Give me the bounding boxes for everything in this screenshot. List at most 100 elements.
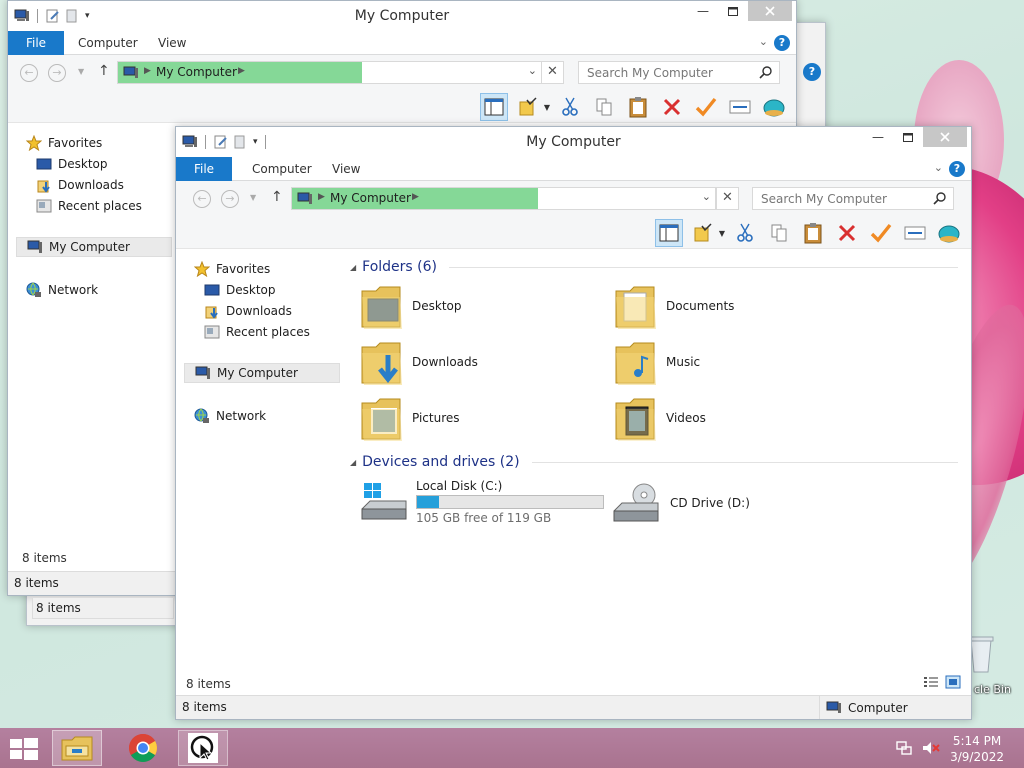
maximize-button[interactable] [893, 127, 923, 147]
volume-muted-icon[interactable] [922, 740, 940, 756]
select-button[interactable] [514, 93, 542, 121]
properties-button[interactable] [726, 93, 754, 121]
tab-file[interactable]: File [8, 31, 64, 55]
tab-view[interactable]: View [332, 157, 360, 181]
shell-button[interactable] [760, 93, 788, 121]
up-button[interactable]: ↑ [271, 189, 283, 205]
nav-my-computer[interactable]: My Computer [16, 237, 172, 257]
help-icon[interactable]: ? [803, 63, 821, 81]
up-button[interactable]: ↑ [98, 63, 110, 79]
help-icon[interactable]: ? [774, 35, 790, 51]
large-icons-view-icon[interactable] [945, 675, 961, 689]
status-bar-computer: Computer [848, 701, 908, 715]
nav-desktop[interactable]: Desktop [204, 282, 276, 298]
preview-pane-button[interactable] [479, 93, 508, 121]
title-bar[interactable]: ▾ My Computer — [176, 127, 971, 157]
drive-cd-d[interactable]: CD Drive (D:) [612, 481, 750, 525]
forward-button[interactable]: → [48, 64, 66, 82]
tab-file[interactable]: File [176, 157, 232, 181]
address-bar[interactable]: ▶ My Computer ▶ ⌄ [291, 187, 716, 210]
back-button[interactable]: ← [193, 190, 211, 208]
back-button[interactable]: ← [20, 64, 38, 82]
details-view-icon[interactable] [923, 675, 939, 689]
folder-videos[interactable]: Videos [614, 393, 706, 443]
nav-downloads[interactable]: Downloads [36, 177, 124, 193]
paste-button[interactable] [799, 219, 827, 247]
computer-icon [195, 366, 210, 379]
paste-button[interactable] [624, 93, 652, 121]
copy-button[interactable] [765, 219, 793, 247]
recent-locations-icon[interactable]: ▼ [78, 67, 84, 76]
preview-pane-button[interactable] [654, 219, 683, 247]
collapse-group-icon[interactable]: ◢ [350, 263, 356, 272]
minimize-button[interactable]: — [863, 127, 893, 147]
folder-desktop[interactable]: Desktop [360, 281, 462, 331]
tab-computer[interactable]: Computer [78, 31, 138, 55]
maximize-button[interactable] [718, 1, 748, 21]
clear-address-button[interactable]: ✕ [716, 187, 739, 210]
address-bar[interactable]: ▶ My Computer ▶ ⌄ [117, 61, 542, 84]
folder-documents[interactable]: Documents [614, 281, 734, 331]
collapse-ribbon-icon[interactable]: ⌄ [759, 35, 768, 48]
pictures-folder-icon [361, 398, 402, 441]
nav-downloads[interactable]: Downloads [204, 303, 292, 319]
select-button[interactable] [689, 219, 717, 247]
folders-group-header[interactable]: ◢ Folders (6) [350, 259, 958, 275]
rename-button[interactable] [692, 93, 720, 121]
drive-local-disk-c[interactable]: Local Disk (C:) 105 GB free of 119 GB [360, 479, 604, 525]
search-icon[interactable] [933, 191, 947, 205]
taskbar-file-explorer-button[interactable] [52, 730, 102, 766]
devices-group-header[interactable]: ◢ Devices and drives (2) [350, 454, 958, 470]
properties-button[interactable] [901, 219, 929, 247]
address-text: My Computer [156, 65, 237, 79]
videos-folder-icon [615, 398, 656, 441]
search-icon[interactable] [759, 65, 773, 79]
nav-my-computer[interactable]: My Computer [184, 363, 340, 383]
address-dropdown-icon[interactable]: ⌄ [702, 190, 711, 203]
shell-button[interactable] [935, 219, 963, 247]
cut-button[interactable] [556, 93, 584, 121]
minimize-button[interactable]: — [688, 1, 718, 21]
explorer-window-front[interactable]: ▾ My Computer — File Computer View ⌄ ? ←… [175, 126, 972, 720]
title-bar[interactable]: ▾ My Computer — [8, 1, 796, 31]
tab-view[interactable]: View [158, 31, 186, 55]
tab-computer[interactable]: Computer [252, 157, 312, 181]
nav-network[interactable]: Network [26, 282, 98, 298]
nav-favorites[interactable]: Favorites [26, 135, 102, 151]
folder-music[interactable]: Music [614, 337, 700, 387]
nav-favorites[interactable]: Favorites [194, 261, 270, 277]
content-pane[interactable]: ◢ Folders (6) Desktop Documents Downloads… [342, 251, 971, 671]
address-dropdown-icon[interactable]: ⌄ [528, 64, 537, 77]
collapse-group-icon[interactable]: ◢ [350, 458, 356, 467]
folder-pictures[interactable]: Pictures [360, 393, 460, 443]
taskbar-chrome-button[interactable] [118, 730, 168, 766]
nav-recent-places[interactable]: Recent places [36, 198, 142, 214]
nav-desktop[interactable]: Desktop [36, 156, 108, 172]
close-button[interactable] [748, 1, 792, 21]
status-bar-zone: Computer [819, 696, 971, 719]
copy-button[interactable] [590, 93, 618, 121]
cut-button[interactable] [731, 219, 759, 247]
nav-network[interactable]: Network [194, 408, 266, 424]
desktop-icon [204, 284, 220, 296]
search-input[interactable]: Search My Computer [578, 61, 780, 84]
collapse-ribbon-icon[interactable]: ⌄ [934, 161, 943, 174]
forward-button[interactable]: → [221, 190, 239, 208]
folder-downloads[interactable]: Downloads [360, 337, 478, 387]
folder-check-icon [694, 223, 712, 242]
delete-button[interactable] [833, 219, 861, 247]
nav-recent-places[interactable]: Recent places [204, 324, 310, 340]
recent-locations-icon[interactable]: ▼ [250, 193, 256, 202]
taskbar-clock[interactable]: 5:14 PM 3/9/2022 [950, 733, 1004, 765]
music-folder-icon [615, 342, 656, 385]
search-input[interactable]: Search My Computer [752, 187, 954, 210]
start-windows-icon[interactable] [10, 738, 38, 760]
taskbar-app-button[interactable] [178, 730, 228, 766]
rename-button[interactable] [867, 219, 895, 247]
close-button[interactable] [923, 127, 967, 147]
help-icon[interactable]: ? [949, 161, 965, 177]
shell-icon [938, 225, 960, 243]
network-tray-icon[interactable] [896, 740, 912, 756]
delete-button[interactable] [658, 93, 686, 121]
clear-address-button[interactable]: ✕ [541, 61, 564, 84]
